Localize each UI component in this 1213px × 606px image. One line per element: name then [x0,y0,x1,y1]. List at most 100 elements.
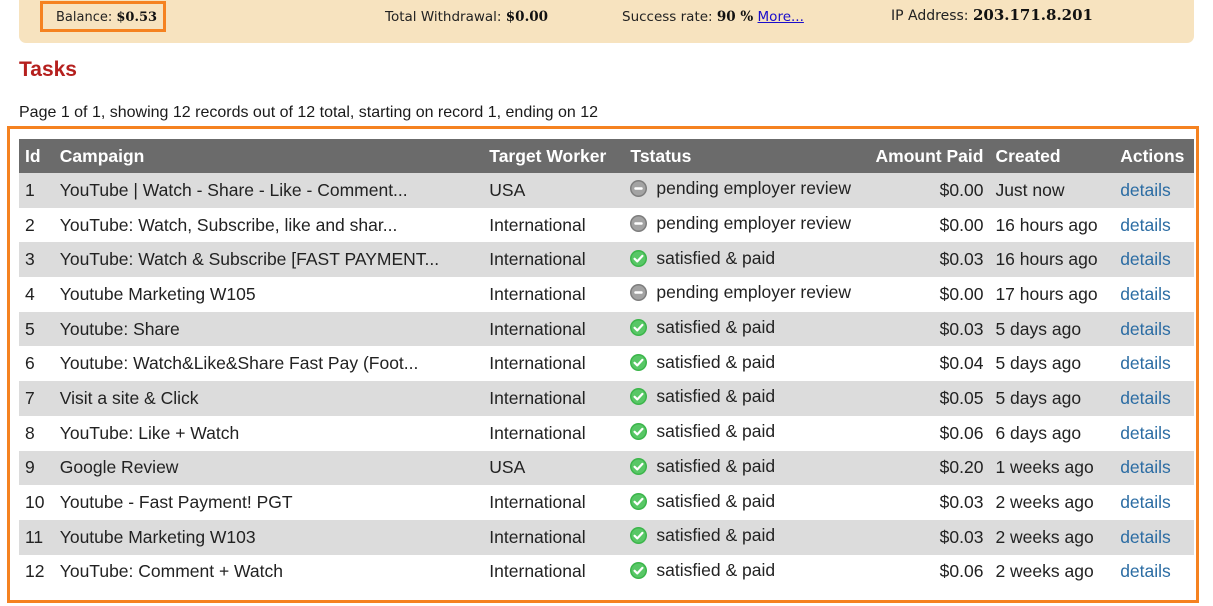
task-status: pending employer review [624,277,867,312]
task-id: 12 [19,554,54,590]
task-campaign: Youtube: Share [53,311,484,347]
task-campaign: Visit a site & Click [53,381,484,416]
task-id: 1 [19,173,54,208]
task-id: 10 [19,485,54,520]
task-status-text: satisfied & paid [656,455,776,476]
header-amount-paid[interactable]: Amount Paid [866,139,990,173]
details-link[interactable]: details [1120,284,1171,304]
details-link[interactable]: details [1120,561,1171,581]
balance-value: $0.53 [116,10,158,25]
task-campaign: Youtube: Watch&Like&Share Fast Pay (Foot… [53,346,484,382]
table-row: 1 YouTube | Watch - Share - Like - Commen… [19,173,1194,208]
task-actions: details [1114,519,1194,555]
task-status: satisfied & paid [624,346,867,382]
task-campaign: YouTube: Comment + Watch [53,554,484,590]
balance-stat: Balance: $0.53 [56,10,157,25]
task-id: 5 [19,311,54,347]
withdrawal-label: Total Withdrawal: [385,9,502,25]
task-campaign: Youtube Marketing W105 [53,277,484,312]
check-circle-icon [630,319,648,337]
task-id: 11 [19,519,54,555]
success-rate-more-link[interactable]: More... [758,9,804,25]
task-actions: details [1114,311,1194,347]
task-campaign: YouTube: Like + Watch [53,415,484,451]
details-link[interactable]: details [1120,353,1171,373]
details-link[interactable]: details [1120,180,1171,200]
minus-circle-icon [630,284,648,302]
balance-stat-highlight: Balance: $0.53 [40,1,166,32]
task-target-worker: International [483,381,625,416]
task-status-text: satisfied & paid [656,490,776,511]
task-created: 2 weeks ago [989,485,1115,520]
task-target-worker: USA [483,450,625,486]
header-tstatus[interactable]: Tstatus [624,139,867,173]
task-status: satisfied & paid [624,554,867,590]
pagination-summary: Page 1 of 1, showing 12 records out of 1… [19,104,599,121]
details-link[interactable]: details [1120,249,1171,269]
task-amount-paid: $0.00 [866,207,990,243]
table-header-row: Id Campaign Target Worker Tstatus Amount… [19,139,1194,173]
details-link[interactable]: details [1120,319,1171,339]
task-amount-paid: $0.03 [866,242,990,278]
details-link[interactable]: details [1120,423,1171,443]
task-id: 3 [19,242,54,278]
table-body: 1 YouTube | Watch - Share - Like - Commen… [19,173,1194,590]
task-status-text: satisfied & paid [656,247,776,268]
header-id[interactable]: Id [19,139,54,173]
details-link[interactable]: details [1120,492,1171,512]
task-campaign: YouTube | Watch - Share - Like - Comment… [53,173,484,208]
details-link[interactable]: details [1120,215,1171,235]
check-circle-icon [630,249,648,267]
task-id: 7 [19,381,54,416]
check-circle-icon [630,492,648,510]
total-withdrawal-stat: Total Withdrawal: $0.00 [385,9,548,25]
withdrawal-value: $0.00 [505,9,549,25]
task-status: satisfied & paid [624,242,867,278]
task-created: Just now [989,173,1115,208]
task-id: 8 [19,415,54,451]
task-actions: details [1114,415,1194,451]
task-amount-paid: $0.03 [866,311,990,347]
table-row: 8 YouTube: Like + Watch International satis… [19,415,1194,451]
task-status: pending employer review [624,173,867,208]
task-status: pending employer review [624,207,867,243]
header-campaign[interactable]: Campaign [53,139,484,173]
task-status: satisfied & paid [624,485,867,520]
check-circle-icon [630,353,648,371]
success-rate-value: 90 % [716,9,754,25]
table-row: 9 Google Review USA satisfied & paid $0.20 1 … [19,450,1194,486]
task-target-worker: International [483,277,625,312]
task-status: satisfied & paid [624,381,867,416]
task-created: 5 days ago [989,311,1115,347]
details-link[interactable]: details [1120,527,1171,547]
task-actions: details [1114,381,1194,416]
details-link[interactable]: details [1120,388,1171,408]
task-actions: details [1114,277,1194,312]
task-status: satisfied & paid [624,415,867,451]
task-status-text: pending employer review [656,213,851,234]
minus-circle-icon [630,180,648,198]
header-target-worker[interactable]: Target Worker [483,139,625,173]
task-status-text: satisfied & paid [656,421,776,442]
task-actions: details [1114,554,1194,590]
header-created[interactable]: Created [989,139,1115,173]
task-status: satisfied & paid [624,519,867,555]
task-amount-paid: $0.06 [866,415,990,451]
details-link[interactable]: details [1120,457,1171,477]
task-id: 9 [19,450,54,486]
task-status-text: satisfied & paid [656,317,776,338]
check-circle-icon [630,561,648,579]
task-amount-paid: $0.05 [866,381,990,416]
task-created: 5 days ago [989,381,1115,416]
task-id: 6 [19,346,54,382]
task-status-text: satisfied & paid [656,559,776,580]
table-row: 4 Youtube Marketing W105 International pend… [19,277,1194,312]
table-row: 12 YouTube: Comment + Watch International s… [19,554,1194,590]
task-id: 4 [19,277,54,312]
task-actions: details [1114,485,1194,520]
task-campaign: YouTube: Watch & Subscribe [FAST PAYMENT… [53,242,484,278]
account-stats-panel: Total Withdrawal: $0.00 Success rate: 90… [19,0,1194,43]
task-amount-paid: $0.04 [866,346,990,382]
task-created: 17 hours ago [989,277,1115,312]
task-target-worker: International [483,311,625,347]
